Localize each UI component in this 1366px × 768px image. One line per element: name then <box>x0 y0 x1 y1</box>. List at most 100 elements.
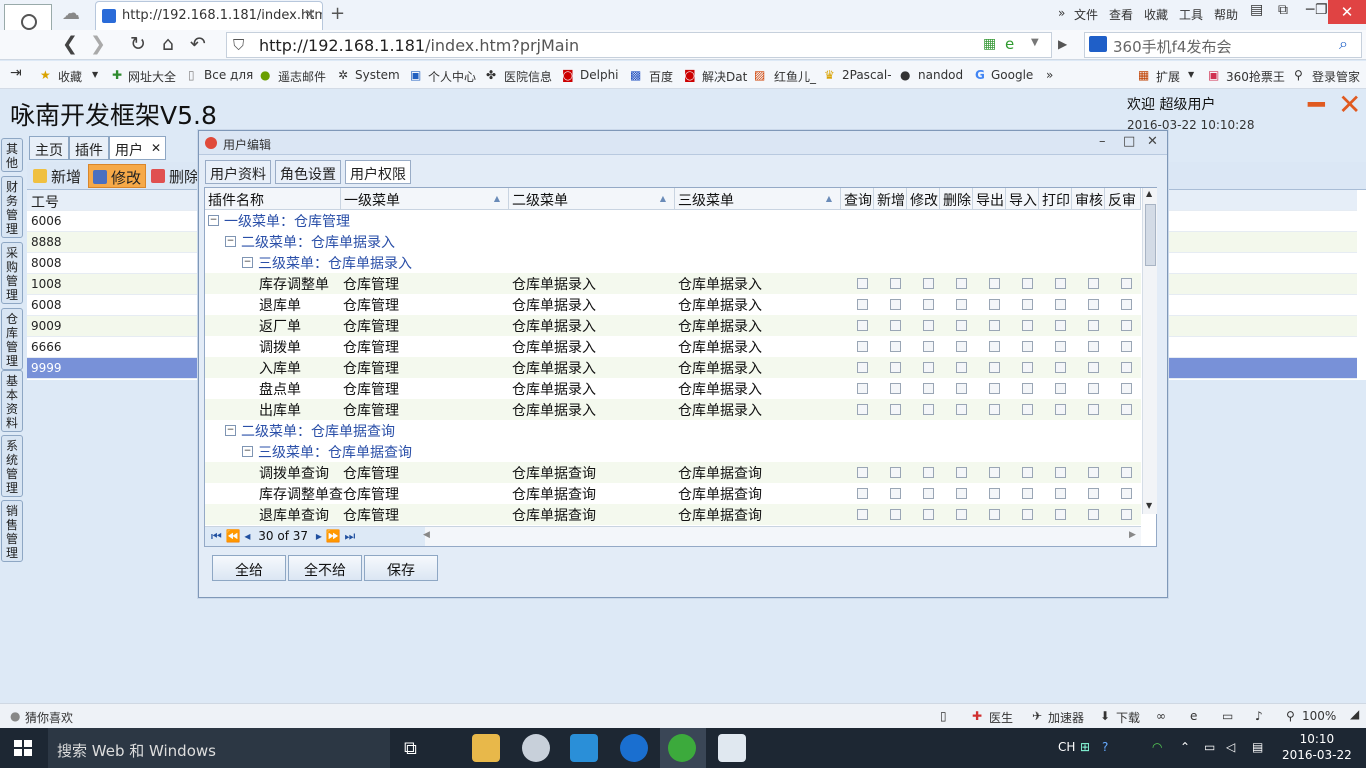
permission-checkbox[interactable] <box>1055 299 1066 310</box>
side-tab-other[interactable]: 其他 <box>1 138 23 172</box>
permission-checkbox[interactable] <box>1088 488 1099 499</box>
file-explorer-icon[interactable] <box>472 734 500 762</box>
status-download[interactable]: 下载 <box>1116 709 1140 726</box>
permission-checkbox[interactable] <box>956 362 967 373</box>
dropdown-icon[interactable]: ▼ <box>1031 37 1039 48</box>
scroll-left-icon[interactable]: ◀ <box>423 530 430 540</box>
close-tab-icon[interactable]: ✕ <box>151 141 161 155</box>
cloud-icon[interactable]: ☁ <box>62 3 80 24</box>
permission-checkbox[interactable] <box>857 467 868 478</box>
menu-view[interactable]: 查看 <box>1109 6 1133 23</box>
permission-checkbox[interactable] <box>1022 320 1033 331</box>
permission-checkbox[interactable] <box>1055 404 1066 415</box>
permission-checkbox[interactable] <box>956 488 967 499</box>
glasses-icon[interactable]: ∞ <box>1156 709 1166 723</box>
permission-checkbox[interactable] <box>890 320 901 331</box>
side-tab-finance[interactable]: 财务管理 <box>1 176 23 238</box>
notification-icon[interactable]: ▤ <box>1252 740 1263 754</box>
refresh-icon[interactable]: ↻ <box>130 33 146 55</box>
collapse-icon[interactable]: − <box>225 236 236 247</box>
battery-icon[interactable]: ▭ <box>1204 740 1215 754</box>
next-record-icon[interactable]: ▸ <box>316 529 322 543</box>
column-header[interactable]: 插件名称 <box>205 188 341 210</box>
ie-icon[interactable]: e <box>1190 709 1197 723</box>
permission-checkbox[interactable] <box>1055 509 1066 520</box>
permission-checkbox[interactable] <box>1022 299 1033 310</box>
bookmark-item[interactable]: 解决Dat <box>702 68 747 85</box>
bookmark-item[interactable]: Delphi <box>580 68 619 82</box>
permission-checkbox[interactable] <box>989 467 1000 478</box>
delete-button[interactable]: 删除 <box>147 164 203 188</box>
permission-checkbox[interactable] <box>923 320 934 331</box>
permission-checkbox[interactable] <box>956 509 967 520</box>
ime-indicator[interactable]: CH <box>1058 740 1075 754</box>
screen-icon[interactable]: ▭ <box>1222 709 1233 723</box>
more-icon[interactable]: » <box>1058 6 1065 20</box>
permission-checkbox[interactable] <box>1088 278 1099 289</box>
ime-icon[interactable]: ⊞ <box>1080 740 1090 754</box>
permission-checkbox[interactable] <box>1121 320 1132 331</box>
column-header[interactable]: 一级菜单 ▲ <box>341 188 509 210</box>
bookmark-item[interactable]: System <box>355 68 400 82</box>
resize-grip-icon[interactable]: ◢ <box>1350 707 1359 721</box>
permission-checkbox[interactable] <box>956 341 967 352</box>
close-icon[interactable]: ✕ <box>1147 134 1158 149</box>
permission-checkbox[interactable] <box>956 383 967 394</box>
permission-checkbox[interactable] <box>1088 341 1099 352</box>
table-row[interactable]: 退库单 仓库管理 仓库单据录入 仓库单据录入 <box>205 294 1141 315</box>
permission-checkbox[interactable] <box>1088 383 1099 394</box>
side-tab-basic-data[interactable]: 基本资料 <box>1 370 23 432</box>
restore-small-icon[interactable]: ⧉ <box>1278 2 1288 18</box>
minimize-icon[interactable]: – <box>1099 134 1106 149</box>
permission-checkbox[interactable] <box>1121 509 1132 520</box>
permission-checkbox[interactable] <box>1055 383 1066 394</box>
tab-home[interactable]: 主页 <box>29 136 69 160</box>
taskbar-clock[interactable]: 10:10 2016-03-22 <box>1282 731 1352 763</box>
permission-checkbox[interactable] <box>1055 467 1066 478</box>
windows-start-icon[interactable] <box>14 740 32 756</box>
permission-checkbox[interactable] <box>1022 278 1033 289</box>
speaker-icon[interactable]: ◁ <box>1226 740 1235 754</box>
permission-checkbox[interactable] <box>1121 362 1132 373</box>
bookmark-item[interactable]: 网址大全 <box>128 68 176 85</box>
column-header[interactable]: 打印 <box>1039 188 1072 210</box>
permission-checkbox[interactable] <box>956 299 967 310</box>
permission-checkbox[interactable] <box>923 467 934 478</box>
permission-checkbox[interactable] <box>923 509 934 520</box>
chevron-down-icon[interactable]: ▼ <box>1188 70 1194 79</box>
permission-checkbox[interactable] <box>857 383 868 394</box>
permission-checkbox[interactable] <box>923 278 934 289</box>
delphi-app-icon[interactable] <box>718 734 746 762</box>
status-accelerator[interactable]: 加速器 <box>1048 709 1084 726</box>
permission-checkbox[interactable] <box>1121 404 1132 415</box>
more-bookmarks-icon[interactable]: » <box>1046 68 1053 82</box>
permission-checkbox[interactable] <box>1055 278 1066 289</box>
bookmark-item[interactable]: 2Pascal- <box>842 68 892 82</box>
scrollbar-thumb[interactable] <box>1145 204 1156 266</box>
tab-user-info[interactable]: 用户资料 <box>205 160 271 184</box>
menu-favorites[interactable]: 收藏 <box>1144 6 1168 23</box>
permission-checkbox[interactable] <box>857 488 868 499</box>
permission-checkbox[interactable] <box>890 362 901 373</box>
permission-checkbox[interactable] <box>890 278 901 289</box>
qr-icon[interactable]: ▦ <box>983 36 996 52</box>
dialog-title-bar[interactable]: 用户编辑 – □ ✕ <box>199 131 1167 155</box>
address-bar[interactable]: ⛉ http://192.168.1.181/index.htm?prjMain… <box>226 32 1052 58</box>
column-header[interactable]: 修改 <box>907 188 940 210</box>
table-row[interactable]: 盘点单 仓库管理 仓库单据录入 仓库单据录入 <box>205 378 1141 399</box>
permission-checkbox[interactable] <box>923 488 934 499</box>
guess-you-like[interactable]: 猜你喜欢 <box>25 709 73 726</box>
new-tab-icon[interactable]: + <box>330 3 345 24</box>
close-tab-icon[interactable]: ✕ <box>304 7 316 23</box>
bookmark-item[interactable]: 医院信息 <box>504 68 552 85</box>
side-tab-purchase[interactable]: 采购管理 <box>1 242 23 304</box>
next-page-icon[interactable]: ⏩ <box>326 529 341 543</box>
side-tab-sales[interactable]: 销售管理 <box>1 500 23 562</box>
search-box[interactable]: 360手机f4发布会 ⌕ <box>1084 32 1362 58</box>
qq-icon[interactable] <box>570 734 598 762</box>
column-header[interactable]: 审核 <box>1072 188 1105 210</box>
undo-icon[interactable]: ↶ <box>190 33 206 55</box>
tab-role-settings[interactable]: 角色设置 <box>275 160 341 184</box>
permission-checkbox[interactable] <box>1022 467 1033 478</box>
permission-checkbox[interactable] <box>1088 362 1099 373</box>
